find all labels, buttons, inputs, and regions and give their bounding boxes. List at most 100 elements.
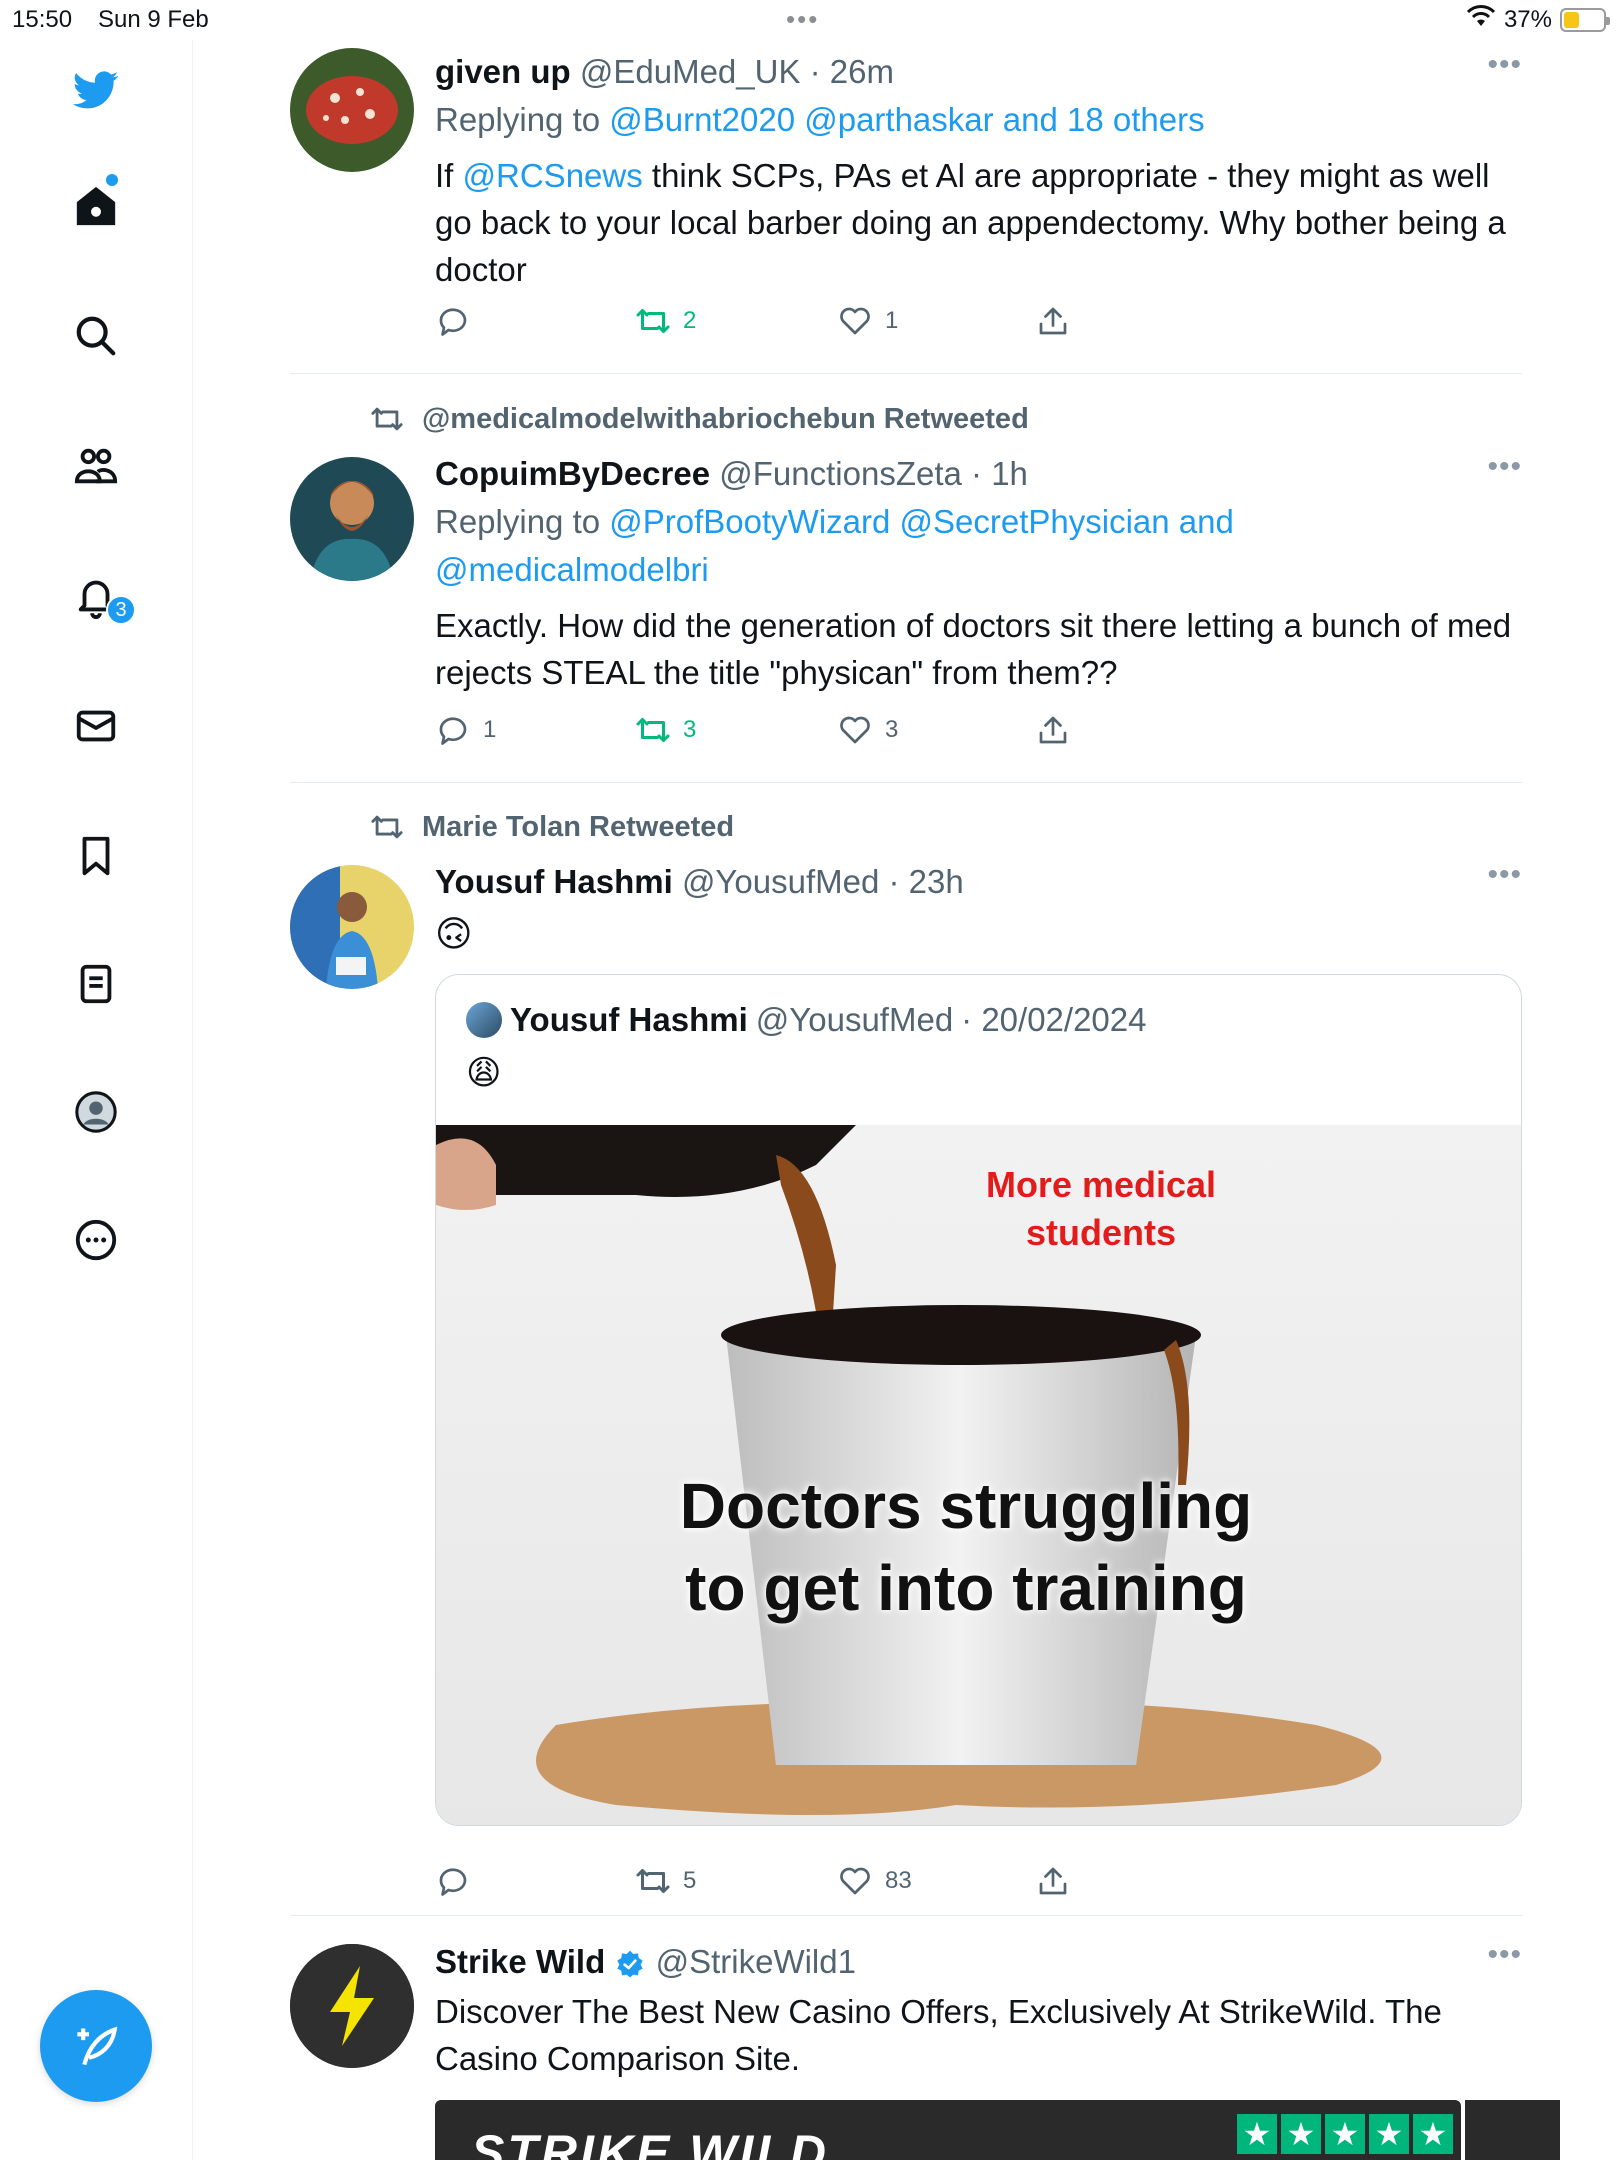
tweet-text: If @RCSnews think SCPs, PAs et Al are ap… xyxy=(435,157,1506,288)
author-handle[interactable]: @StrikeWild1 xyxy=(656,1943,856,1980)
tweet-card[interactable]: given up @EduMed_UK · 26m ••• Replying t… xyxy=(290,48,1522,348)
lists-icon[interactable] xyxy=(70,958,122,1010)
author-name[interactable]: Yousuf Hashmi xyxy=(435,863,673,900)
compose-tweet-button[interactable] xyxy=(40,1990,152,2102)
status-date: Sun 9 Feb xyxy=(98,6,209,33)
author-handle[interactable]: @FunctionsZeta xyxy=(719,455,962,492)
tweet-time[interactable]: · 26m xyxy=(810,53,894,90)
ad-logo-text: STRIKE WILD xyxy=(471,2125,829,2160)
multitasking-dots[interactable]: ••• xyxy=(786,4,819,35)
communities-icon[interactable] xyxy=(70,440,122,492)
retweet-context: Marie Tolan Retweeted xyxy=(370,810,734,844)
avatar[interactable] xyxy=(290,1944,414,2068)
replying-to-links-2[interactable]: @medicalmodelbri xyxy=(435,546,1522,594)
retweet-icon xyxy=(636,1869,670,1893)
quote-header: Yousuf Hashmi @YousufMed · 20/02/2024 xyxy=(436,975,1521,1039)
reply-button[interactable] xyxy=(435,303,483,339)
meme-image[interactable]: More medical students Doctors struggling… xyxy=(436,1125,1521,1825)
home-icon[interactable] xyxy=(70,180,122,232)
tweet-card[interactable]: Strike Wild @StrikeWild1 ••• Discover Th… xyxy=(290,1938,1560,2160)
author-name[interactable]: CopuimByDecree xyxy=(435,455,710,492)
author-handle[interactable]: @YousufMed xyxy=(682,863,879,900)
retweeted-by[interactable]: Marie Tolan Retweeted xyxy=(422,811,734,844)
heart-icon xyxy=(840,307,870,335)
divider xyxy=(290,782,1522,783)
like-button[interactable]: 83 xyxy=(837,1863,912,1899)
tweet-card[interactable]: @medicalmodelwithabriochebun Retweeted C… xyxy=(290,400,1522,750)
share-button[interactable] xyxy=(1035,712,1071,748)
notifications-badge: 3 xyxy=(106,595,136,625)
author-name[interactable]: given up xyxy=(435,53,571,90)
twitter-logo-icon[interactable] xyxy=(70,64,122,116)
more-menu-icon[interactable]: ••• xyxy=(1487,450,1522,484)
status-time: 15:50 xyxy=(12,6,73,33)
replying-to-links[interactable]: @Burnt2020 @parthaskar and 18 others xyxy=(609,101,1204,138)
share-button[interactable] xyxy=(1035,1863,1071,1899)
retweet-icon xyxy=(636,309,670,333)
retweet-button[interactable]: 2 xyxy=(635,303,696,339)
tweet-actions: 5 83 xyxy=(435,1863,1075,1903)
tweet-text: Exactly. How did the generation of docto… xyxy=(435,607,1512,691)
rating-stars: ★ ★ ★ ★ ★ xyxy=(1237,2114,1453,2154)
tweet-emoji: 🙃 xyxy=(435,913,473,954)
battery-percent: 37% xyxy=(1503,5,1552,33)
divider xyxy=(290,373,1522,374)
retweet-icon xyxy=(636,718,670,742)
status-bar: 15:50 Sun 9 Feb ••• 37% xyxy=(0,0,1620,40)
reply-button[interactable] xyxy=(435,1863,483,1899)
avatar[interactable] xyxy=(290,48,414,172)
avatar[interactable] xyxy=(290,457,414,581)
wifi-icon xyxy=(1466,4,1496,35)
tweet-card[interactable]: Marie Tolan Retweeted Yousuf Hashmi @You… xyxy=(290,808,1522,1908)
verified-badge-icon xyxy=(614,1948,646,1980)
reply-icon xyxy=(439,717,467,745)
like-button[interactable]: 1 xyxy=(837,303,898,339)
home-unread-dot xyxy=(106,174,118,186)
retweet-button[interactable]: 5 xyxy=(635,1863,696,1899)
retweet-context: @medicalmodelwithabriochebun Retweeted xyxy=(370,402,1029,436)
heart-icon xyxy=(840,1867,870,1895)
retweet-button[interactable]: 3 xyxy=(635,712,696,748)
compose-feather-icon xyxy=(77,2026,118,2066)
sidebar: 3 xyxy=(0,40,193,2160)
status-right: 37% xyxy=(1466,4,1610,35)
search-icon[interactable] xyxy=(70,310,122,362)
replying-to-links[interactable]: @ProfBootyWizard @SecretPhysician and xyxy=(609,503,1234,540)
author-handle[interactable]: @EduMed_UK xyxy=(580,53,801,90)
bookmarks-icon[interactable] xyxy=(70,830,122,882)
quoted-tweet[interactable]: Yousuf Hashmi @YousufMed · 20/02/2024 😩 … xyxy=(435,974,1522,1826)
reply-icon xyxy=(439,308,467,336)
like-button[interactable]: 3 xyxy=(837,712,898,748)
quote-emoji: 😩 xyxy=(466,1054,502,1092)
more-menu-icon[interactable]: ••• xyxy=(1487,1938,1522,1972)
more-options-icon[interactable] xyxy=(70,1214,122,1266)
quote-author-name[interactable]: Yousuf Hashmi xyxy=(510,1001,748,1039)
ad-banner-image[interactable]: STRIKE WILD ★ ★ ★ ★ ★ xyxy=(435,2100,1461,2160)
heart-icon xyxy=(840,716,870,744)
tweet-header: Strike Wild @StrikeWild1 xyxy=(435,1938,1522,1986)
retweeted-by[interactable]: @medicalmodelwithabriochebun Retweeted xyxy=(422,403,1029,436)
more-menu-icon[interactable]: ••• xyxy=(1487,858,1522,892)
battery-icon xyxy=(1560,7,1610,32)
reply-button[interactable]: 1 xyxy=(435,712,496,748)
more-menu-icon[interactable]: ••• xyxy=(1487,48,1522,82)
author-name[interactable]: Strike Wild xyxy=(435,1943,605,1980)
meme-caption-top: More medical students xyxy=(985,1164,1217,1253)
quote-avatar[interactable] xyxy=(466,1002,502,1038)
avatar[interactable] xyxy=(290,865,414,989)
ad-banner-next[interactable] xyxy=(1465,2100,1560,2160)
messages-icon[interactable] xyxy=(70,700,122,752)
meme-caption-bottom: Doctors struggling to get into training xyxy=(679,1470,1253,1624)
share-icon xyxy=(1039,307,1067,335)
mention-link[interactable]: @RCSnews xyxy=(463,157,643,194)
profile-icon[interactable] xyxy=(70,1086,122,1138)
tweet-header: given up @EduMed_UK · 26m xyxy=(435,48,1522,96)
replying-to: Replying to @ProfBootyWizard @SecretPhys… xyxy=(435,503,1234,540)
share-button[interactable] xyxy=(1035,303,1071,339)
tweet-header: CopuimByDecree @FunctionsZeta · 1h xyxy=(435,450,1522,498)
tweet-header: Yousuf Hashmi @YousufMed · 23h xyxy=(435,858,1522,906)
tweet-actions: 2 1 xyxy=(435,303,1075,343)
tweet-time[interactable]: · 23h xyxy=(889,863,964,900)
quote-author-handle[interactable]: @YousufMed xyxy=(756,1001,953,1039)
tweet-time[interactable]: · 1h xyxy=(971,455,1028,492)
